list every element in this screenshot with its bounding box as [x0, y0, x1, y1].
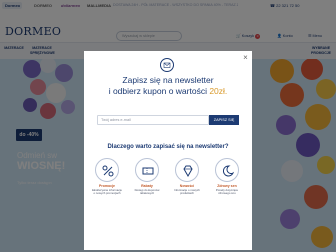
modal-subtitle-text: i odbierz kupon o wartości	[108, 86, 210, 96]
modal-subtitle: i odbierz kupon o wartości 20zł.	[84, 86, 252, 96]
close-icon[interactable]: ×	[241, 53, 250, 62]
email-field[interactable]	[97, 115, 209, 125]
percent-icon	[95, 158, 119, 182]
benefit-desc: Informacje o nowych produktach	[174, 188, 200, 196]
diamond-icon	[175, 158, 199, 182]
coupon-icon	[135, 158, 159, 182]
benefit-desc: Porady dotyczące zdrowego snu	[215, 188, 239, 196]
benefit-rabaty: Rabaty Dostęp do kuponów rabatowych	[132, 158, 162, 196]
modal-title: Zapisz się na newsletter	[122, 75, 214, 85]
subscribe-button[interactable]: ZAPISZ SIĘ	[209, 115, 239, 125]
benefit-promocje: Promocje Ekskluzywne informacje o nowych…	[92, 158, 122, 196]
envelope-icon	[160, 58, 174, 72]
newsletter-modal: × Zapisz się na newsletter i odbierz kup…	[84, 51, 252, 250]
coupon-value: 20zł.	[209, 86, 228, 96]
benefit-desc: Dostęp do kuponów rabatowych	[134, 188, 160, 196]
benefit-nowosci: Nowości Informacje o nowych produktach	[172, 158, 202, 196]
sleep-icon	[215, 158, 239, 182]
why-subscribe-heading: Dlaczego warto zapisać się na newsletter…	[107, 144, 229, 150]
benefit-desc: Ekskluzywne informacje o nowych promocja…	[92, 188, 122, 196]
benefit-zdrowy-sen: Zdrowy sen Porady dotyczące zdrowego snu	[212, 158, 242, 196]
